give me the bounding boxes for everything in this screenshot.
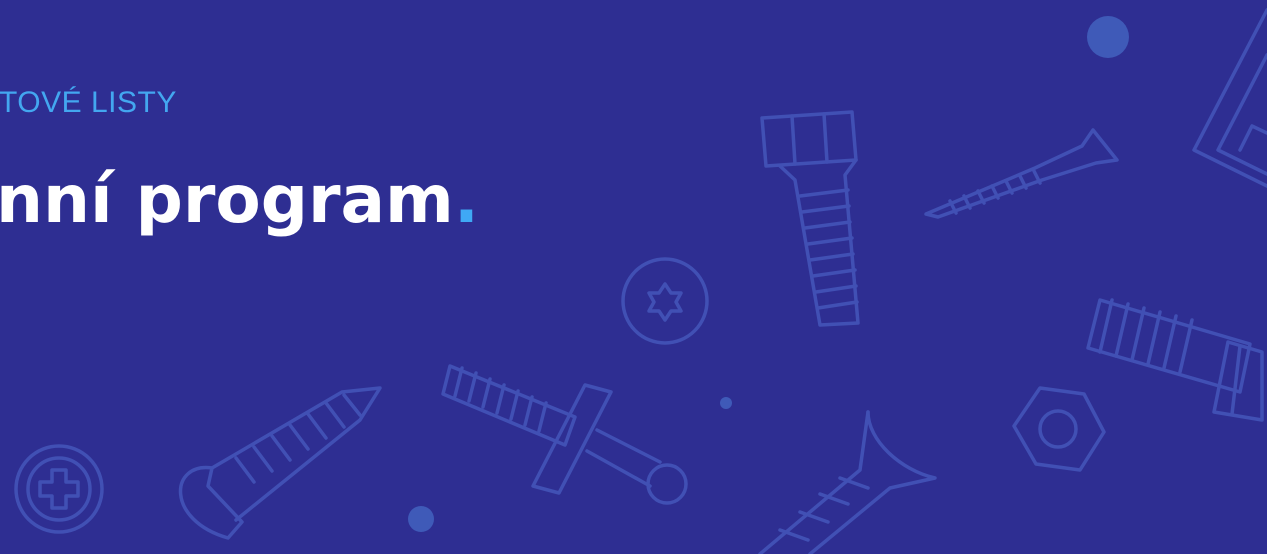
fastener-pattern	[14, 8, 1267, 554]
drywall-screw-icon	[758, 410, 937, 554]
round-head-screw-icon	[178, 386, 382, 540]
anchor-bolt-icon	[1086, 298, 1264, 422]
wall-anchor-icon	[441, 364, 688, 505]
page-title-text: nní program	[0, 161, 454, 238]
dot-small	[720, 397, 732, 409]
hex-nut-icon	[1012, 386, 1106, 472]
bolt-icon	[760, 110, 860, 327]
bracket-icon	[1192, 8, 1267, 188]
torx-screw-head-icon	[621, 257, 709, 345]
wood-screw-icon	[924, 128, 1119, 219]
dot-large	[1087, 16, 1129, 58]
hero-banner: TOVÉ LISTY nní program.	[0, 0, 1267, 554]
page-title: nní program.	[0, 160, 479, 240]
eyebrow-label: TOVÉ LISTY	[0, 86, 177, 119]
phillips-screw-head-icon	[14, 444, 104, 534]
accent-dot: .	[453, 161, 479, 238]
dot-medium	[408, 506, 434, 532]
